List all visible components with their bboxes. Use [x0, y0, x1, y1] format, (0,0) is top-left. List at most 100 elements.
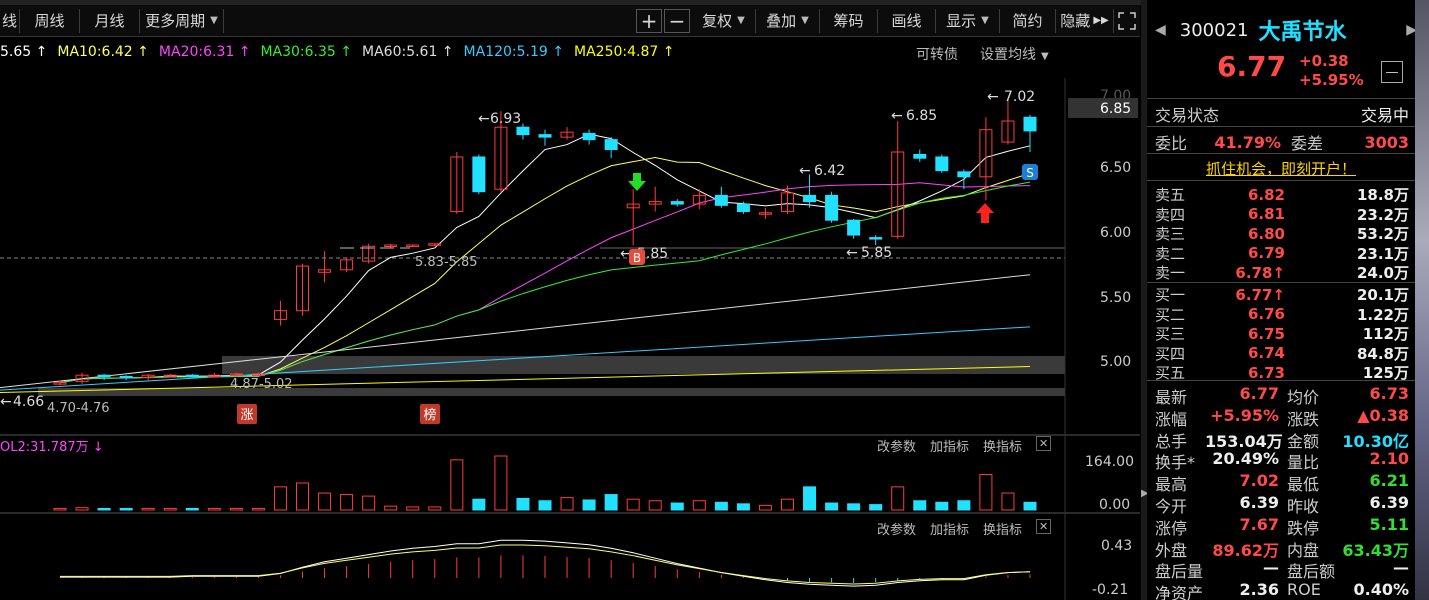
volume-bar — [825, 502, 839, 511]
candle[interactable] — [670, 199, 684, 207]
vol-pane-links: 改参数 加指标 换指标 ✕ — [877, 436, 1052, 455]
chips-button[interactable]: 筹码 — [820, 8, 878, 33]
period-day-button[interactable]: 线 — [0, 8, 20, 33]
candle[interactable] — [803, 174, 817, 208]
vol-add-indicator-link[interactable]: 加指标 — [930, 436, 969, 455]
level-volume: 18.8万 — [1356, 186, 1409, 204]
bid-row-2[interactable]: 买二 6.76 1.22万 — [1155, 304, 1409, 325]
candle[interactable] — [296, 263, 309, 316]
candle[interactable] — [1001, 99, 1015, 145]
range-label-1: 5.83-5.85 — [415, 255, 478, 270]
ma10-line — [59, 156, 1031, 384]
candle[interactable] — [758, 207, 772, 219]
candle[interactable] — [450, 152, 464, 214]
candle[interactable] — [538, 129, 552, 146]
candle-body — [714, 194, 728, 206]
ind-axis-hi: 0.43 — [1101, 538, 1132, 554]
candle[interactable] — [825, 191, 839, 223]
vol-switch-indicator-link[interactable]: 换指标 — [983, 436, 1022, 455]
candle[interactable] — [648, 186, 662, 212]
ind-modify-params-link[interactable]: 改参数 — [877, 519, 916, 538]
ask-row-4[interactable]: 卖二 6.79 23.1万 — [1155, 243, 1409, 264]
candle[interactable] — [891, 121, 905, 239]
candle[interactable] — [847, 218, 861, 239]
hide-button[interactable]: 隐藏 ▶▶ — [1056, 8, 1114, 33]
quote-row-9: 盘后量 — 盘后额 — — [1155, 558, 1409, 582]
double-chevron-right-icon: ▶▶ — [1093, 15, 1109, 26]
candle[interactable] — [384, 243, 398, 248]
quote-row-7: 涨停 7.67 跌停 5.11 — [1155, 515, 1409, 539]
ask-row-3[interactable]: 卖三 6.80 53.2万 — [1155, 223, 1409, 244]
volume-bar — [516, 497, 530, 511]
fullscreen-button[interactable] — [1114, 9, 1140, 33]
bid-row-3[interactable]: 买三 6.75 112万 — [1155, 323, 1409, 344]
ind-add-indicator-link[interactable]: 加指标 — [930, 519, 969, 538]
candle[interactable] — [97, 373, 111, 381]
volume-bar — [296, 482, 309, 511]
period-week-button[interactable]: 周线 — [20, 8, 80, 33]
candle[interactable] — [692, 189, 706, 210]
candle[interactable] — [626, 189, 640, 245]
ask-row-2[interactable]: 卖四 6.81 23.2万 — [1155, 204, 1409, 225]
candle[interactable] — [472, 154, 486, 195]
candle[interactable] — [318, 251, 332, 283]
quote-value: — — [1263, 558, 1279, 578]
zoom-in-button[interactable]: + — [636, 8, 662, 33]
ask-row-1[interactable]: 卖五 6.82 18.8万 — [1155, 184, 1409, 205]
candle[interactable] — [869, 235, 883, 245]
volume-bar — [935, 501, 949, 511]
more-periods-dropdown[interactable]: 更多周期 ▼ — [140, 8, 224, 33]
candle[interactable] — [582, 129, 596, 145]
zoom-out-button[interactable]: − — [664, 8, 690, 33]
quote-value-2: 6.21 — [1369, 471, 1409, 491]
volume-bar — [318, 492, 332, 511]
candle[interactable] — [207, 372, 221, 378]
bid-row-4[interactable]: 买四 6.74 84.8万 — [1155, 343, 1409, 364]
bid-row-1[interactable]: 买一 6.77↑ 20.1万 — [1155, 284, 1409, 305]
draw-button[interactable]: 画线 — [878, 8, 936, 33]
candle[interactable] — [979, 117, 993, 201]
candle[interactable] — [406, 244, 420, 247]
overlay-dropdown[interactable]: 叠加 ▼ — [756, 8, 820, 33]
level-price: 6.80 — [1247, 224, 1285, 243]
stock-header: ◀ 300021 大禹节水 ▶ — [1155, 12, 1417, 48]
level-price: 6.75 — [1247, 324, 1285, 343]
prev-stock-icon[interactable]: ◀ — [1155, 22, 1166, 38]
close-icon[interactable]: ✕ — [1036, 436, 1052, 451]
trade-status-row: 交易状态 交易中 — [1155, 102, 1409, 126]
candle[interactable] — [428, 243, 442, 247]
axis-current-price: 6.85 — [1100, 101, 1131, 117]
display-dropdown[interactable]: 显示 ▼ — [936, 8, 1000, 33]
ind-switch-indicator-link[interactable]: 换指标 — [983, 519, 1022, 538]
kline-chart[interactable]: 6.93 ← ← 6.85 ← 7.02 ← 6.42 ← 5.85 ← 5.8… — [0, 38, 1140, 600]
close-icon[interactable]: ✕ — [1036, 519, 1052, 534]
candle[interactable] — [560, 127, 574, 140]
candle[interactable] — [362, 243, 376, 264]
open-account-link[interactable]: 抓住机会，即刻开户！ — [1147, 158, 1415, 179]
level-volume: 84.8万 — [1356, 344, 1409, 363]
trade-status-value: 交易中 — [1360, 106, 1409, 125]
ask-row-5[interactable]: 卖一 6.78↑ 24.0万 — [1155, 262, 1409, 283]
candle[interactable] — [913, 149, 927, 162]
chevron-down-icon: ▼ — [981, 15, 989, 26]
candle[interactable] — [935, 154, 949, 174]
vol-modify-params-link[interactable]: 改参数 — [877, 436, 916, 455]
candle[interactable] — [119, 375, 133, 381]
candle[interactable] — [185, 373, 199, 378]
candle[interactable] — [340, 257, 354, 273]
axis-label-500: 5.00 — [1100, 354, 1131, 370]
quote-pair: 净资产 2.36 ROE 0.40% — [1155, 580, 1409, 600]
candle[interactable] — [604, 137, 618, 159]
candle[interactable] — [714, 186, 728, 208]
candle[interactable] — [273, 300, 287, 326]
candle-body — [736, 203, 750, 213]
adjust-dropdown[interactable]: 复权 ▼ — [692, 8, 756, 33]
collapse-button[interactable]: — — [1381, 61, 1403, 83]
mid-label: 6.42 — [814, 163, 845, 179]
ind-axis-lo: -0.21 — [1092, 582, 1128, 598]
simple-button[interactable]: 简约 — [1000, 8, 1056, 33]
quote-label: 外盘 — [1155, 540, 1188, 560]
period-month-button[interactable]: 月线 — [80, 8, 140, 33]
candle-body — [185, 374, 199, 378]
chevron-down-icon: ▼ — [210, 15, 218, 26]
